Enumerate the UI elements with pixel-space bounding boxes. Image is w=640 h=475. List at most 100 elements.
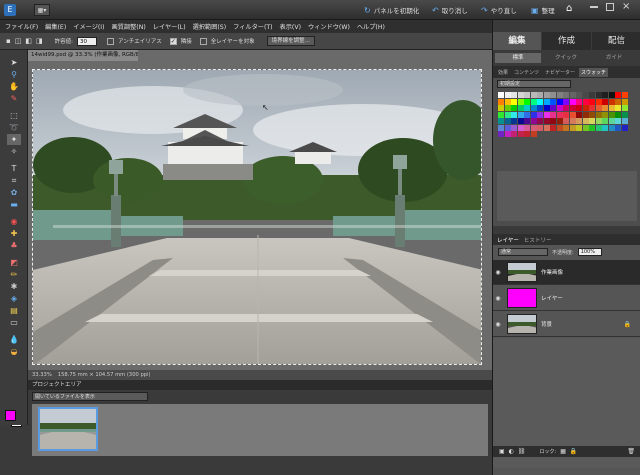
blend-mode-select[interactable]: 通常 — [498, 248, 548, 256]
menu-filter[interactable]: フィルター(T) — [233, 22, 272, 31]
zoom-tool-icon[interactable]: ⚲ — [7, 69, 21, 80]
lock-all-icon[interactable]: 🔒 — [570, 448, 577, 455]
add-selection-icon[interactable]: ◫ — [15, 37, 22, 45]
maximize-icon[interactable] — [606, 3, 614, 11]
document-tab[interactable]: 14wid99.psd @ 33.3% (作業画像, RGB/8) * — [28, 50, 138, 61]
project-bin-header[interactable]: プロジェクトエリア — [28, 380, 492, 390]
layer-row[interactable]: ◉ レイヤー — [493, 286, 640, 311]
svg-text:↖: ↖ — [262, 103, 269, 112]
antialias-checkbox[interactable] — [106, 37, 114, 45]
project-bin-select[interactable]: 開いているファイルを表示 — [32, 392, 148, 401]
swatch-set-select[interactable]: 初期設定 — [497, 80, 571, 88]
new-selection-icon[interactable]: ▪ — [6, 37, 11, 45]
all-layers-label: 全レイヤーを対象 — [210, 39, 255, 45]
subtab-full[interactable]: 標準 — [495, 53, 541, 63]
layer-name: レイヤー — [541, 296, 563, 302]
subtab-quick[interactable]: クイック — [543, 53, 589, 63]
quick-selection-tool-icon[interactable]: ✧ — [7, 146, 21, 157]
type-tool-icon[interactable]: T — [7, 163, 21, 174]
sponge-tool-icon[interactable]: ◒ — [7, 346, 21, 357]
all-layers-checkbox[interactable] — [199, 37, 207, 45]
zoom-readout[interactable]: 33.33% — [32, 372, 52, 378]
menu-enhance[interactable]: 画質調整(N) — [112, 22, 146, 31]
new-layer-icon[interactable]: ▣ — [499, 448, 505, 455]
tab-navigator[interactable]: ナビゲーター — [543, 68, 577, 77]
layer-row[interactable]: ◉ 背景 🔒 — [493, 312, 640, 337]
image-canvas[interactable]: ↖ — [32, 69, 482, 365]
move-tool-icon[interactable]: ➤ — [7, 57, 21, 68]
menu-view[interactable]: 表示(V) — [280, 22, 301, 31]
blur-tool-icon[interactable]: 💧 — [7, 334, 21, 345]
brush-tool-icon[interactable]: ✏ — [7, 269, 21, 280]
link-icon[interactable]: ⛓ — [518, 448, 526, 455]
undo-icon: ↶ — [432, 5, 439, 15]
menu-image[interactable]: イメージ(I) — [73, 22, 104, 31]
opacity-label: 不透明度: — [552, 249, 574, 256]
reset-panels-button[interactable]: ↻ パネルを初期化 — [364, 5, 419, 16]
marquee-tool-icon[interactable]: ⬚ — [7, 110, 21, 121]
tolerance-label: 許容値: — [54, 39, 73, 45]
crop-tool-icon[interactable]: ⌗ — [7, 175, 21, 186]
subtract-selection-icon[interactable]: ◧ — [25, 37, 32, 45]
eraser-tool-icon[interactable]: ◩ — [7, 257, 21, 268]
gradient-tool-icon[interactable]: ▤ — [7, 305, 21, 316]
eyedropper-tool-icon[interactable]: ✎ — [7, 93, 21, 104]
opacity-input[interactable]: 100% — [577, 248, 602, 256]
visibility-eye-icon[interactable]: ◉ — [493, 269, 503, 276]
close-icon[interactable]: × — [622, 1, 630, 12]
tab-layers[interactable]: レイヤー — [497, 236, 519, 244]
tab-share[interactable]: 配信 — [592, 32, 640, 50]
menu-layer[interactable]: レイヤー(L) — [153, 22, 186, 31]
menu-help[interactable]: ヘルプ(H) — [357, 22, 385, 31]
visibility-eye-icon[interactable]: ◉ — [493, 295, 503, 302]
mode-button[interactable]: ▦▾ — [34, 4, 50, 16]
tab-content[interactable]: コンテンツ — [512, 68, 541, 77]
visibility-eye-icon[interactable]: ◉ — [493, 321, 503, 328]
layers-footer: ▣ ◐ ⛓ ロック: ▦ 🔒 🗑 — [493, 446, 640, 457]
tolerance-input[interactable]: 30 — [76, 36, 97, 46]
organize-icon: ▣ — [531, 5, 539, 15]
swatches-panel-tabs: 効果 コンテンツ ナビゲーター スウォッチ — [493, 66, 640, 78]
contiguous-checkbox[interactable]: ✓ — [169, 37, 177, 45]
layer-name: 背景 — [541, 322, 553, 328]
menu-select[interactable]: 選択範囲(S) — [193, 22, 227, 31]
clone-stamp-tool-icon[interactable]: ♣ — [7, 240, 21, 251]
minimize-icon[interactable] — [590, 6, 598, 8]
lock-transparent-icon[interactable]: ▦ — [560, 448, 566, 455]
redo-button[interactable]: ↷ やり直し — [481, 5, 517, 16]
hand-tool-icon[interactable]: ✋ — [7, 81, 21, 92]
red-eye-tool-icon[interactable]: ◉ — [7, 216, 21, 227]
adjustment-layer-icon[interactable]: ◐ — [509, 448, 514, 455]
swatch-grid[interactable] — [498, 92, 632, 138]
smart-brush-tool-icon[interactable]: ✱ — [7, 281, 21, 292]
tab-history[interactable]: ヒストリー — [524, 236, 552, 244]
home-icon[interactable]: ⌂ — [566, 3, 578, 15]
trash-icon[interactable]: 🗑 — [627, 448, 635, 455]
menu-window[interactable]: ウィンドウ(W) — [308, 22, 350, 31]
subtab-guided[interactable]: ガイド — [591, 53, 637, 63]
swatch-empty-area — [497, 171, 637, 221]
foreground-color-swatch[interactable] — [5, 410, 16, 421]
menu-edit[interactable]: 編集(E) — [45, 22, 66, 31]
tab-edit[interactable]: 編集 — [493, 32, 541, 50]
tab-create[interactable]: 作成 — [542, 32, 591, 50]
layer-row[interactable]: ◉ 作業画像 — [493, 260, 640, 285]
cookie-cutter-tool-icon[interactable]: ✿ — [7, 187, 21, 198]
bridge-photo: ↖ — [33, 70, 481, 364]
project-bin-area — [32, 404, 488, 456]
tab-effects[interactable]: 効果 — [496, 68, 510, 77]
menu-file[interactable]: ファイル(F) — [5, 22, 38, 31]
shape-tool-icon[interactable]: ▭ — [7, 317, 21, 328]
refine-edge-button[interactable]: 境界線を調整... — [266, 36, 315, 46]
project-thumbnail[interactable] — [38, 407, 98, 451]
magic-wand-tool-icon[interactable]: ✦ — [7, 134, 21, 145]
undo-button[interactable]: ↶ 取り消し — [432, 5, 468, 16]
organize-button[interactable]: ▣ 整理 — [531, 5, 555, 16]
healing-brush-tool-icon[interactable]: ✚ — [7, 228, 21, 239]
layers-panel-tabs: レイヤー ヒストリー — [493, 234, 640, 245]
intersect-selection-icon[interactable]: ◨ — [36, 37, 43, 45]
paint-bucket-tool-icon[interactable]: ◈ — [7, 293, 21, 304]
tab-swatches[interactable]: スウォッチ — [579, 67, 609, 77]
lasso-tool-icon[interactable]: ➰ — [7, 122, 21, 133]
straighten-tool-icon[interactable]: ▬ — [7, 199, 21, 210]
